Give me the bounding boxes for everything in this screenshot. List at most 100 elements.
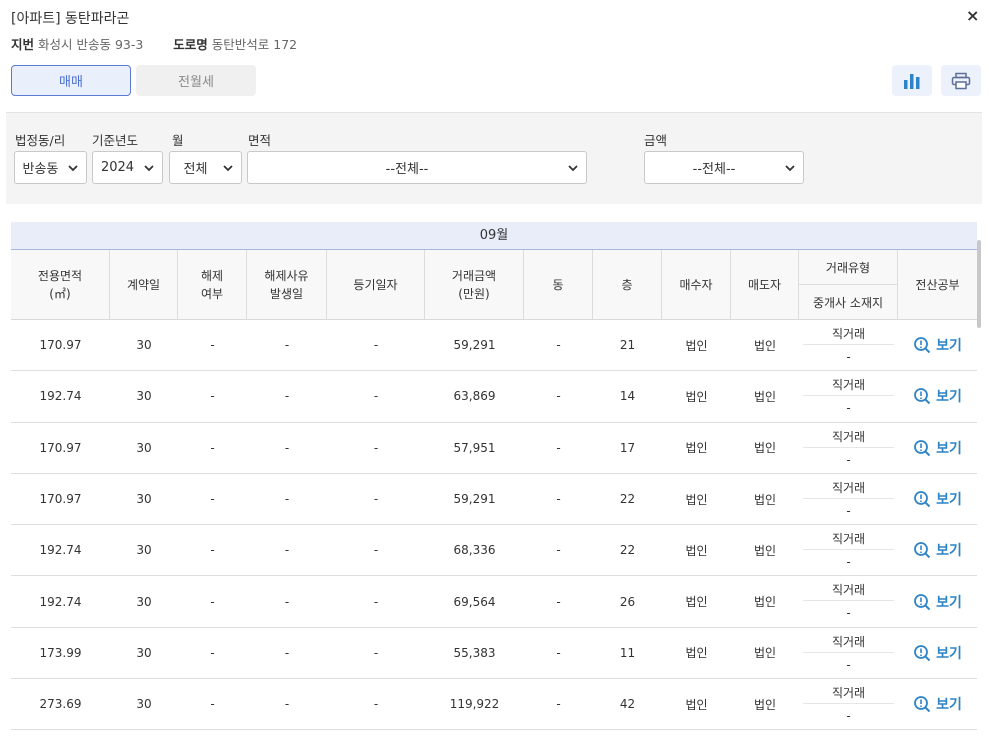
- dong-select[interactable]: 반송동: [14, 151, 87, 184]
- table-row: 170.97 30 - - - 59,291 - 21 법인 법인 직거래 - 보기: [11, 320, 977, 372]
- chart-button[interactable]: [892, 65, 932, 96]
- cell-dong: -: [556, 492, 561, 507]
- cell-cancel-date: -: [284, 492, 290, 507]
- cell-divider: [803, 703, 894, 705]
- tab-sale[interactable]: 매매: [11, 65, 131, 96]
- cell-reg: -: [373, 492, 379, 507]
- cell-floor: 17: [619, 440, 636, 455]
- view-document-button[interactable]: 보기: [898, 474, 977, 524]
- cell-broker: -: [846, 606, 851, 621]
- cell-cancel: -: [210, 338, 215, 353]
- view-document-button[interactable]: 보기: [898, 679, 977, 729]
- close-icon[interactable]: ×: [966, 6, 979, 25]
- cell-area: 192.74: [39, 389, 82, 404]
- cell-broker: -: [846, 555, 851, 570]
- print-button[interactable]: [941, 65, 981, 96]
- col-trade-type: 거래유형: [799, 250, 898, 285]
- tab-rent[interactable]: 전월세: [136, 65, 256, 96]
- cell-floor: 14: [619, 389, 636, 404]
- cell-floor: 11: [619, 645, 636, 660]
- cell-day: 30: [136, 543, 152, 558]
- col-doc: 전산공부: [915, 278, 960, 292]
- view-document-button[interactable]: 보기: [898, 371, 977, 421]
- cell-seller: 법인: [753, 646, 777, 661]
- table-row: 192.74 30 - - - 63,869 - 14 법인 법인 직거래 - 보기: [11, 371, 977, 423]
- cell-price: 55,383: [453, 645, 496, 660]
- magnifier-info-icon: [914, 439, 931, 456]
- cell-buyer: 법인: [685, 697, 708, 712]
- print-icon: [951, 72, 971, 89]
- cell-buyer: 법인: [685, 338, 708, 353]
- cell-cancel: -: [210, 543, 215, 558]
- cell-seller: 법인: [753, 697, 777, 712]
- cell-broker: -: [846, 709, 851, 724]
- cell-trade-type-group: 직거래 -: [799, 474, 898, 524]
- col-cancel-date: 해제사유 발생일: [247, 250, 327, 320]
- cell-dong: -: [556, 389, 561, 404]
- chevron-down-icon: [223, 164, 233, 171]
- view-label: 보기: [936, 440, 962, 457]
- cell-day: 30: [136, 389, 152, 404]
- cell-seller: 법인: [753, 441, 777, 456]
- cell-divider: [803, 446, 894, 448]
- cell-reg: -: [373, 697, 379, 712]
- bar-chart-icon: [904, 73, 920, 89]
- view-document-button[interactable]: 보기: [898, 628, 977, 678]
- page-title: [아파트] 동탄파라곤: [11, 11, 130, 27]
- cell-area: 170.97: [39, 492, 82, 507]
- chevron-down-icon: [785, 164, 795, 171]
- col-buyer: 매수자: [662, 250, 731, 320]
- cell-dong: -: [556, 594, 561, 609]
- table-scrollbar[interactable]: [977, 240, 981, 328]
- cell-day: 30: [136, 697, 152, 712]
- cell-broker: -: [846, 452, 851, 467]
- cell-price: 59,291: [453, 492, 496, 507]
- magnifier-info-icon: [914, 491, 931, 508]
- cell-floor: 22: [619, 492, 636, 507]
- road-label: 도로명: [173, 37, 208, 52]
- cell-day: 30: [136, 492, 152, 507]
- cell-trade-type-group: 직거래 -: [799, 525, 898, 575]
- chevron-down-icon: [568, 164, 578, 171]
- cell-buyer: 법인: [685, 646, 708, 661]
- year-filter-label: 기준년도: [92, 133, 139, 148]
- view-document-button[interactable]: 보기: [898, 320, 977, 370]
- cell-reg: -: [373, 594, 379, 609]
- table-row: 173.99 30 - - - 55,383 - 11 법인 법인 직거래 - 보기: [11, 628, 977, 680]
- cell-cancel: -: [210, 440, 215, 455]
- cell-dong: -: [556, 543, 561, 558]
- cell-floor: 26: [619, 594, 636, 609]
- cell-divider: [803, 395, 894, 397]
- col-broker: 중개사 소재지: [799, 285, 898, 320]
- filter-panel: 법정동/리 기준년도 월 면적 금액 반송동 2024 전체 --전체-- --…: [6, 112, 982, 204]
- amount-select[interactable]: --전체--: [644, 151, 804, 184]
- month-select[interactable]: 전체: [169, 151, 242, 184]
- magnifier-info-icon: [914, 645, 931, 662]
- cell-floor: 21: [619, 338, 636, 353]
- cell-seller: 법인: [753, 543, 777, 558]
- cell-cancel-date: -: [284, 697, 290, 712]
- col-dong: 동: [524, 250, 593, 320]
- cell-cancel-date: -: [284, 389, 290, 404]
- cell-cancel-date: -: [284, 440, 290, 455]
- view-document-button[interactable]: 보기: [898, 423, 977, 473]
- cell-trade-type: 직거래: [831, 686, 866, 701]
- cell-divider: [803, 344, 894, 345]
- year-select[interactable]: 2024: [92, 151, 163, 184]
- cell-trade-type-group: 직거래 -: [799, 679, 898, 729]
- view-label: 보기: [936, 543, 962, 560]
- cell-area: 192.74: [39, 594, 82, 609]
- area-select[interactable]: --전체--: [247, 151, 587, 184]
- cell-area: 170.97: [39, 440, 82, 455]
- chevron-down-icon: [144, 164, 154, 171]
- month-select-value: 전체: [183, 162, 208, 177]
- cell-area: 192.74: [39, 543, 82, 558]
- view-document-button[interactable]: 보기: [898, 576, 977, 626]
- cell-seller: 법인: [753, 338, 777, 353]
- modal-header: [아파트] 동탄파라곤 × 지번 화성시 반송동 93-3 도로명 동탄반석로 …: [0, 0, 989, 112]
- area-select-value: --전체--: [385, 162, 429, 177]
- cell-floor: 22: [619, 543, 636, 558]
- cell-trade-type: 직거래: [831, 532, 866, 547]
- view-document-button[interactable]: 보기: [898, 525, 977, 575]
- cell-trade-type-group: 직거래 -: [799, 320, 898, 370]
